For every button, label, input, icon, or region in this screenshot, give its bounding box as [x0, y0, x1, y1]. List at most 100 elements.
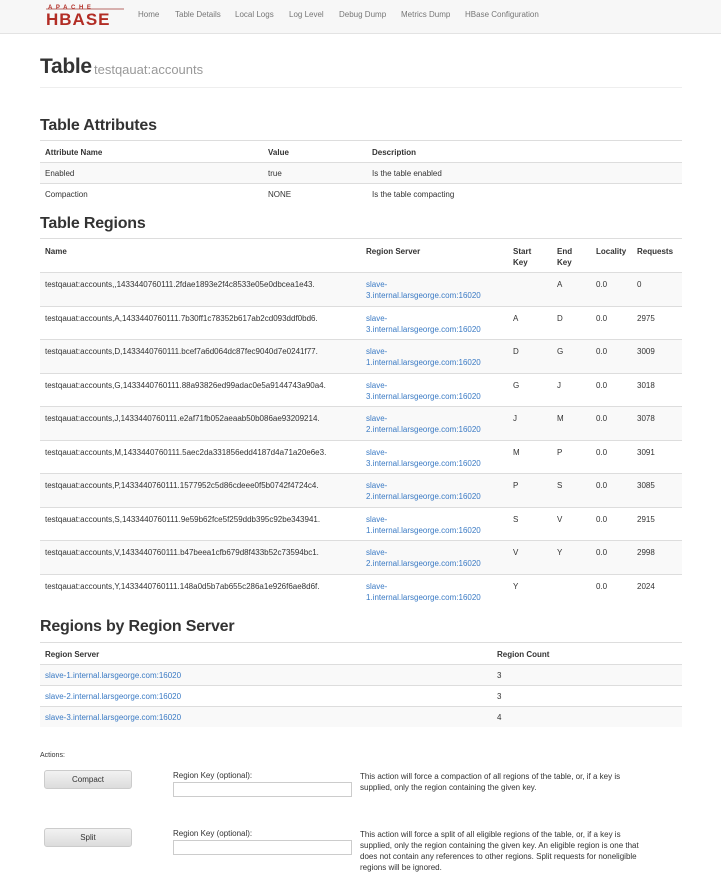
region-requests: 3078 — [637, 414, 655, 423]
region-start-key: V — [513, 548, 519, 557]
nav-table-details[interactable]: Table Details — [175, 10, 221, 19]
hbase-logo[interactable]: APACHE HBASE — [46, 5, 124, 29]
region-server-line1: slave- — [366, 481, 388, 490]
nav-debug-dump[interactable]: Debug Dump — [339, 10, 386, 19]
page-title: Table — [40, 55, 92, 78]
regions-header-row: Name Region Server Start Key End Key Loc… — [40, 238, 682, 272]
region-end-key: P — [557, 447, 563, 457]
attribute-description: Is the table compacting — [372, 190, 455, 199]
table-row: testqauat:accounts,J,1433440760111.e2af7… — [40, 406, 682, 440]
region-server-line2: 3.internal.larsgeorge.com:16020 — [366, 458, 481, 468]
region-server-link[interactable]: slave-2.internal.larsgeorge.com:16020 — [366, 547, 481, 569]
region-server-line2: 2.internal.larsgeorge.com:16020 — [366, 492, 481, 501]
table-row: testqauat:accounts,P,1433440760111.15779… — [40, 473, 682, 507]
region-server-line2: 1.internal.larsgeorge.com:16020 — [366, 358, 481, 367]
attribute-value: true — [268, 169, 282, 178]
col-name: Name — [45, 247, 67, 256]
compact-description: This action will force a compaction of a… — [360, 771, 682, 793]
split-button[interactable]: Split — [44, 828, 132, 847]
region-name: testqauat:accounts,Y,1433440760111.148a0… — [45, 581, 320, 591]
region-server-line2: 3.internal.larsgeorge.com:16020 — [366, 291, 481, 300]
region-name: testqauat:accounts,J,1433440760111.e2af7… — [45, 414, 320, 423]
col-end-key-line2: Key — [557, 258, 572, 267]
nav-log-level[interactable]: Log Level — [289, 10, 324, 19]
region-server-link[interactable]: slave-2.internal.larsgeorge.com:16020 — [45, 691, 181, 702]
region-server-link[interactable]: slave- 3.internal.larsgeorge.com:16020 — [366, 279, 481, 301]
nav-metrics-dump[interactable]: Metrics Dump — [401, 10, 450, 19]
region-server-link[interactable]: slave-1.internal.larsgeorge.com:16020 — [366, 514, 481, 536]
nav-home[interactable]: Home — [138, 10, 159, 19]
region-server-link[interactable]: slave- 1.internal.larsgeorge.com:16020 — [366, 346, 481, 368]
attribute-description: Is the table enabled — [372, 169, 442, 178]
region-locality: 0.0 — [596, 313, 608, 323]
region-start-key: G — [513, 380, 520, 390]
split-description-line: regions will be ignored. — [360, 863, 442, 872]
table-row: testqauat:accounts,,1433440760111.2fdae1… — [40, 272, 682, 306]
region-server-line1: slave- — [366, 414, 388, 423]
region-server-line1: slave- — [366, 280, 388, 289]
region-server-line1: slave- — [366, 447, 388, 457]
region-requests: 0 — [637, 280, 642, 289]
region-name: testqauat:accounts,,1433440760111.2fdae1… — [45, 280, 315, 289]
region-server-link[interactable]: slave-1.internal.larsgeorge.com:16020 — [45, 670, 181, 681]
table-name-subtitle: testqauat:accounts — [94, 62, 204, 77]
region-locality: 0.0 — [596, 581, 608, 591]
split-description-line: does not contain any references to other… — [360, 852, 637, 861]
nav-local-logs[interactable]: Local Logs — [235, 10, 274, 19]
region-start-key: D — [513, 347, 519, 356]
regions-by-server-table: Region Server Region Count slave-1.inter… — [40, 642, 682, 728]
col-attribute-name: Attribute Name — [45, 148, 103, 157]
table-row: testqauat:accounts,Y,1433440760111.148a0… — [40, 573, 682, 608]
region-locality: 0.0 — [596, 347, 608, 356]
col-requests: Requests — [637, 247, 674, 256]
table-regions-heading: Table Regions — [40, 215, 146, 232]
region-count: 3 — [497, 692, 502, 701]
col-region-server: Region Server — [45, 650, 100, 659]
region-server-line2: 3.internal.larsgeorge.com:16020 — [366, 324, 481, 334]
region-name: testqauat:accounts,V,1433440760111.b47be… — [45, 548, 319, 557]
region-name: testqauat:accounts,S,1433440760111.9e59b… — [45, 514, 321, 524]
attribute-value: NONE — [268, 190, 292, 199]
region-requests: 2975 — [637, 313, 655, 323]
split-description-line: supplied, only the region containing the… — [360, 841, 639, 850]
region-server-link[interactable]: slave- 2.internal.larsgeorge.com:16020 — [366, 480, 481, 502]
region-start-key: P — [513, 481, 519, 490]
compact-description-line: supplied, only the region containing the… — [360, 783, 537, 792]
col-region-server: Region Server — [366, 247, 421, 256]
split-region-key-input[interactable] — [173, 840, 352, 855]
col-value: Value — [268, 148, 289, 157]
region-server-link[interactable]: slave-3.internal.larsgeorge.com:16020 — [366, 447, 481, 469]
header-divider — [40, 87, 682, 88]
region-end-key: J — [557, 380, 561, 390]
region-end-key: A — [557, 280, 563, 289]
region-name: testqauat:accounts,P,1433440760111.15779… — [45, 481, 319, 490]
region-server-line1: slave- — [366, 380, 388, 390]
compact-button[interactable]: Compact — [44, 770, 132, 789]
actions-label: Actions: — [40, 752, 65, 759]
region-server-line1: slave- — [366, 313, 388, 323]
region-server-link[interactable]: slave-3.internal.larsgeorge.com:16020 — [366, 313, 481, 335]
col-region-count: Region Count — [497, 650, 550, 659]
region-end-key: G — [557, 347, 564, 356]
attributes-table: Attribute Name Value Description Enabled… — [40, 140, 682, 206]
attribute-name: Compaction — [45, 190, 88, 199]
region-server-link[interactable]: slave-3.internal.larsgeorge.com:16020 — [366, 380, 481, 402]
region-server-link[interactable]: slave-3.internal.larsgeorge.com:16020 — [45, 712, 181, 723]
region-server-link[interactable]: slave-1.internal.larsgeorge.com:16020 — [366, 581, 481, 603]
region-locality: 0.0 — [596, 447, 608, 457]
col-start-key-line2: Key — [513, 258, 528, 267]
region-locality: 0.0 — [596, 548, 608, 557]
region-locality: 0.0 — [596, 380, 608, 390]
region-server-link[interactable]: slave-2.internal.larsgeorge.com:16020 — [366, 413, 481, 435]
col-start-key-line1: Start — [513, 247, 532, 256]
region-requests: 2024 — [637, 581, 655, 591]
region-end-key: V — [557, 514, 563, 524]
region-server-line1: slave- — [366, 514, 388, 524]
table-row: testqauat:accounts,V,1433440760111.b47be… — [40, 540, 682, 574]
compact-region-key-input[interactable] — [173, 782, 352, 797]
table-row: testqauat:accounts,M,1433440760111.5aec2… — [40, 439, 682, 474]
region-server-line1: slave- — [366, 581, 388, 591]
region-server-line2: 2.internal.larsgeorge.com:16020 — [366, 559, 481, 568]
region-server-line1: slave- — [366, 347, 388, 356]
nav-hbase-configuration[interactable]: HBase Configuration — [465, 10, 539, 19]
